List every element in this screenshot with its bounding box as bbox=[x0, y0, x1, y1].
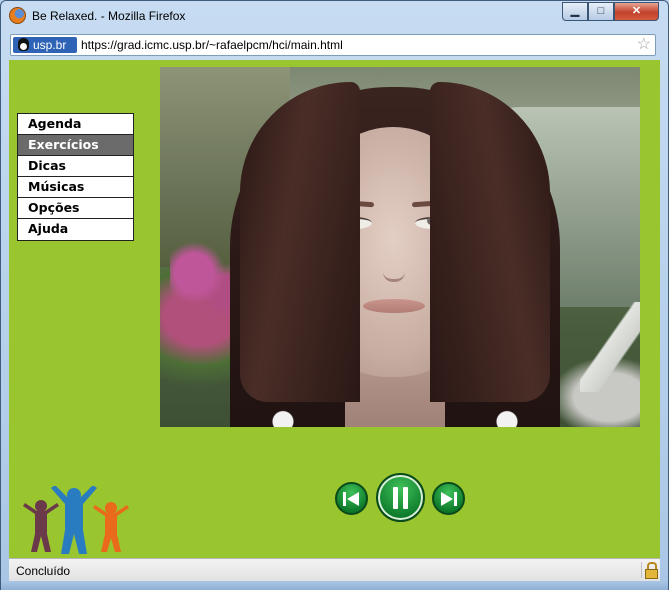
virtual-assistant-image bbox=[160, 67, 640, 427]
site-identity-button[interactable]: usp.br bbox=[13, 37, 77, 53]
avatar-collar bbox=[255, 409, 535, 427]
avatar-hair-left bbox=[240, 82, 360, 402]
tux-icon bbox=[18, 38, 29, 51]
page-content: Agenda Exercícios Dicas Músicas Opções A… bbox=[9, 60, 660, 558]
menu-item-musicas[interactable]: Músicas bbox=[18, 177, 133, 198]
logo-figure-left bbox=[23, 500, 59, 552]
window-frame-bottom bbox=[1, 581, 668, 590]
menu-item-ajuda[interactable]: Ajuda bbox=[18, 219, 133, 240]
lock-icon[interactable] bbox=[641, 562, 658, 579]
url-field[interactable]: https://grad.icmc.usp.br/~rafaelpcm/hci/… bbox=[81, 38, 343, 52]
pause-icon bbox=[392, 486, 408, 509]
close-button[interactable]: ✕ bbox=[614, 2, 659, 21]
previous-button[interactable] bbox=[335, 482, 368, 515]
player-controls bbox=[335, 473, 465, 525]
star-icon[interactable]: ☆ bbox=[637, 36, 651, 54]
minimize-button[interactable]: ▁ bbox=[562, 2, 588, 21]
pause-button[interactable] bbox=[376, 473, 425, 522]
menu-item-exercicios[interactable]: Exercícios bbox=[18, 135, 133, 156]
window-title: Be Relaxed. - Mozilla Firefox bbox=[32, 9, 186, 23]
status-text: Concluído bbox=[16, 564, 71, 578]
background-boat bbox=[580, 302, 640, 392]
be-relaxed-logo bbox=[23, 486, 129, 554]
avatar-lips bbox=[363, 299, 425, 313]
main-menu: Agenda Exercícios Dicas Músicas Opções A… bbox=[17, 113, 134, 241]
menu-item-dicas[interactable]: Dicas bbox=[18, 156, 133, 177]
menu-item-opcoes[interactable]: Opções bbox=[18, 198, 133, 219]
site-identity-label: usp.br bbox=[33, 38, 67, 52]
address-bar[interactable]: usp.br https://grad.icmc.usp.br/~rafaelp… bbox=[10, 34, 656, 56]
next-icon bbox=[441, 491, 457, 506]
maximize-button[interactable]: □ bbox=[588, 2, 614, 21]
firefox-icon bbox=[9, 7, 26, 24]
avatar-nose bbox=[383, 227, 405, 282]
next-button[interactable] bbox=[432, 482, 465, 515]
logo-figure-right bbox=[93, 502, 129, 552]
status-bar: Concluído bbox=[9, 558, 660, 581]
title-bar: Be Relaxed. - Mozilla Firefox ▁ □ ✕ bbox=[1, 1, 668, 30]
menu-item-agenda[interactable]: Agenda bbox=[18, 114, 133, 135]
previous-icon bbox=[343, 491, 359, 506]
browser-window: Be Relaxed. - Mozilla Firefox ▁ □ ✕ usp.… bbox=[0, 0, 669, 590]
logo-figure-center bbox=[51, 486, 97, 554]
